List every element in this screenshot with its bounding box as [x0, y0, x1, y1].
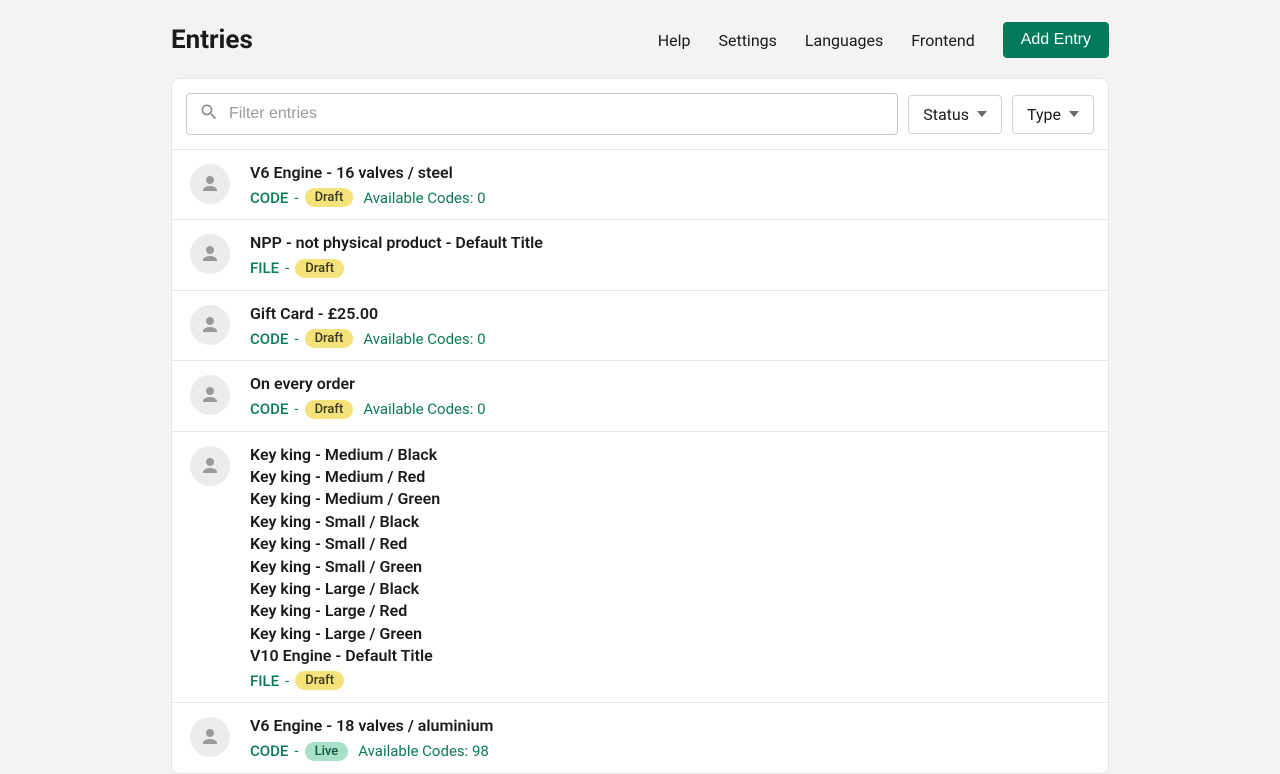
- entry-row[interactable]: Gift Card - £25.00 CODE-Draft Available Co…: [172, 290, 1108, 360]
- entry-title: Key king - Small / Red: [250, 533, 1090, 555]
- entry-row[interactable]: NPP - not physical product - Default Tit…: [172, 219, 1108, 289]
- status-badge: Draft: [305, 329, 354, 348]
- avatar: [190, 446, 230, 486]
- separator: -: [294, 330, 298, 348]
- nav-languages[interactable]: Languages: [805, 31, 883, 50]
- add-entry-button[interactable]: Add Entry: [1003, 22, 1109, 58]
- separator: -: [285, 259, 289, 277]
- entry-title: Key king - Medium / Red: [250, 466, 1090, 488]
- entry-title: Gift Card - £25.00: [250, 303, 1090, 325]
- nav-settings[interactable]: Settings: [718, 31, 776, 50]
- type-dropdown-label: Type: [1027, 105, 1061, 124]
- entries-list: V6 Engine - 16 valves / steelCODE-DraftA…: [172, 150, 1108, 773]
- entry-title: Key king - Medium / Green: [250, 488, 1090, 510]
- search-input[interactable]: [229, 105, 885, 123]
- entry-badge: CODE: [250, 330, 288, 348]
- entry-title: V6 Engine - 18 valves / aluminium: [250, 715, 1090, 737]
- entry-row[interactable]: On every order CODE-Draft Available Codes:…: [172, 360, 1108, 430]
- entry-title: Key king - Large / Red: [250, 600, 1090, 622]
- avatar: [190, 305, 230, 345]
- status-badge: Draft: [305, 188, 354, 207]
- entry-badge: CODE: [250, 742, 288, 760]
- search-input-wrap[interactable]: [186, 93, 898, 135]
- available-codes: Available Codes: 0: [363, 189, 485, 207]
- status-badge: Live: [305, 742, 349, 761]
- entry-title: Key king - Large / Green: [250, 623, 1090, 645]
- available-codes: Available Codes: 0: [363, 330, 485, 348]
- separator: -: [285, 672, 289, 690]
- entry-title: V10 Engine - Default Title: [250, 645, 1090, 667]
- entry-title: Key king - Large / Black: [250, 578, 1090, 600]
- separator: -: [294, 742, 298, 760]
- separator: -: [294, 189, 298, 207]
- entry-badge: FILE: [250, 259, 279, 277]
- entry-title: On every order: [250, 373, 1090, 395]
- type-dropdown[interactable]: Type: [1012, 95, 1094, 134]
- entry-title: V6 Engine - 16 valves / steel: [250, 162, 1090, 184]
- nav-help[interactable]: Help: [658, 31, 691, 50]
- avatar: [190, 375, 230, 415]
- entry-badge: CODE: [250, 400, 288, 418]
- nav-frontend[interactable]: Frontend: [911, 31, 974, 50]
- status-badge: Draft: [295, 259, 344, 278]
- status-badge: Draft: [305, 400, 354, 419]
- available-codes: Available Codes: 98: [358, 742, 489, 760]
- entry-title: NPP - not physical product - Default Tit…: [250, 232, 1090, 254]
- separator: -: [294, 400, 298, 418]
- entries-card: Status Type V6 Engine - 16 valves / stee…: [171, 78, 1109, 774]
- status-dropdown[interactable]: Status: [908, 95, 1002, 134]
- page-title: Entries: [171, 25, 253, 55]
- chevron-down-icon: [977, 111, 987, 117]
- entry-badge: FILE: [250, 672, 279, 690]
- entry-title: Key king - Small / Green: [250, 556, 1090, 578]
- available-codes: Available Codes: 0: [363, 400, 485, 418]
- entry-row[interactable]: Key king - Medium / BlackKey king - Medi…: [172, 431, 1108, 703]
- avatar: [190, 717, 230, 757]
- entry-title: Key king - Medium / Black: [250, 444, 1090, 466]
- entry-row[interactable]: V6 Engine - 18 valves / aluminium CODE-Li…: [172, 702, 1108, 772]
- entry-row[interactable]: V6 Engine - 16 valves / steel CODE-Draft A…: [172, 150, 1108, 219]
- avatar: [190, 164, 230, 204]
- status-badge: Draft: [295, 671, 344, 690]
- avatar: [190, 234, 230, 274]
- status-dropdown-label: Status: [923, 105, 969, 124]
- entry-title: Key king - Small / Black: [250, 511, 1090, 533]
- entry-badge: CODE: [250, 189, 288, 207]
- chevron-down-icon: [1069, 111, 1079, 117]
- search-icon: [199, 102, 219, 126]
